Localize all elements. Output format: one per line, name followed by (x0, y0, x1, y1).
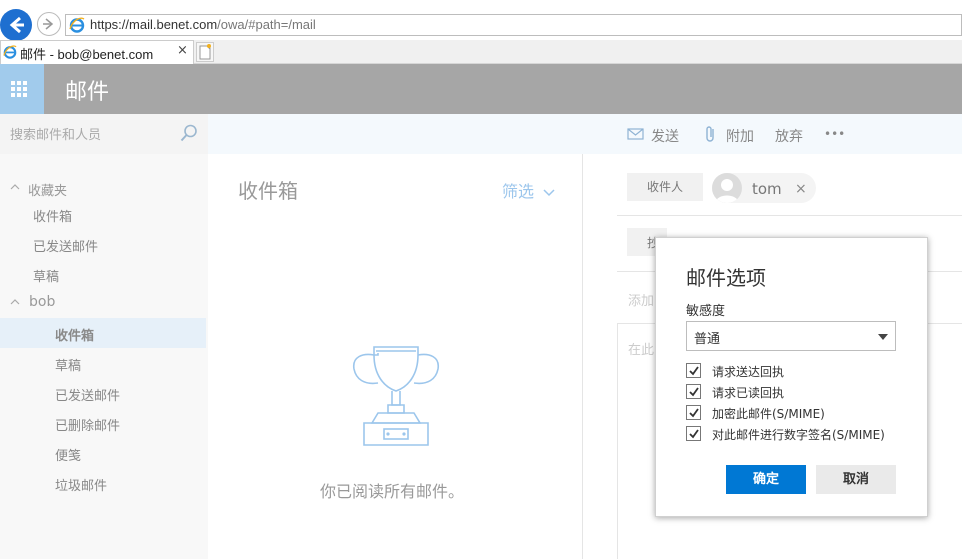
attach-button[interactable]: 附加 (726, 126, 754, 146)
trophy-icon (352, 346, 440, 446)
favorite-folder-drafts[interactable]: 草稿 (33, 266, 59, 285)
empty-state-message: 你已阅读所有邮件。 (320, 482, 465, 501)
message-body-input[interactable]: 在此 (628, 339, 656, 358)
favorite-folder-inbox[interactable]: 收件箱 (33, 206, 72, 225)
account-header[interactable]: bob (29, 294, 55, 310)
new-tab-icon (199, 44, 211, 60)
more-options-icon[interactable]: ••• (824, 127, 845, 141)
folder-sent[interactable]: 已发送邮件 (55, 385, 120, 404)
favorite-folder-sent[interactable]: 已发送邮件 (33, 236, 98, 255)
divider (617, 215, 962, 216)
checkmark-icon (689, 387, 699, 397)
address-bar[interactable]: https://mail.benet.com/owa/#path=/mail (65, 14, 962, 36)
forward-button[interactable] (37, 12, 61, 36)
divider (617, 323, 618, 559)
send-button[interactable]: 发送 (651, 126, 679, 146)
search-icon[interactable] (180, 124, 198, 142)
dialog-title: 邮件选项 (686, 266, 766, 290)
checkmark-icon (689, 408, 699, 418)
person-icon (715, 179, 739, 203)
encrypt-checkbox[interactable] (686, 405, 701, 420)
digital-sign-label: 对此邮件进行数字签名(S/MIME) (712, 428, 885, 442)
remove-recipient-icon[interactable]: × (795, 181, 807, 197)
avatar (712, 173, 742, 203)
send-icon (627, 128, 644, 140)
folder-inbox[interactable]: 收件箱 (55, 325, 94, 344)
folder-pane (0, 154, 208, 559)
read-receipt-checkbox[interactable] (686, 384, 701, 399)
folder-junk[interactable]: 垃圾邮件 (55, 475, 107, 494)
delivery-receipt-label: 请求送达回执 (712, 365, 785, 379)
discard-button[interactable]: 放弃 (775, 126, 803, 146)
app-header (0, 64, 962, 114)
selected-folder-highlight (0, 318, 206, 348)
app-launcher-button[interactable] (0, 64, 44, 114)
chevron-up-icon[interactable] (10, 183, 20, 191)
paperclip-icon (706, 126, 714, 142)
ie-logo-icon (3, 45, 17, 59)
delivery-receipt-checkbox[interactable] (686, 363, 701, 378)
sensitivity-label: 敏感度 (686, 304, 726, 319)
digital-sign-checkbox[interactable] (686, 426, 701, 441)
to-button[interactable]: 收件人 (627, 173, 703, 201)
pane-divider (582, 154, 583, 559)
ok-button[interactable]: 确定 (726, 465, 806, 494)
command-bar (208, 114, 962, 154)
favorites-header[interactable]: 收藏夹 (28, 180, 67, 199)
tab-title: 邮件 - bob@benet.com (20, 47, 154, 62)
checkmark-icon (689, 429, 699, 439)
folder-drafts[interactable]: 草稿 (55, 355, 81, 374)
address-url: https://mail.benet.com/owa/#path=/mail (90, 17, 316, 32)
sensitivity-value: 普通 (694, 332, 721, 347)
folder-deleted[interactable]: 已删除邮件 (55, 415, 120, 434)
filter-button[interactable]: 筛选 (502, 178, 555, 202)
back-arrow-icon (9, 16, 24, 34)
tab-close-icon[interactable]: × (177, 43, 188, 58)
waffle-icon (11, 81, 27, 97)
recipient-name: tom (752, 180, 782, 198)
ie-logo-icon (69, 17, 85, 33)
back-button[interactable] (0, 9, 32, 41)
read-receipt-label: 请求已读回执 (712, 386, 785, 400)
browser-tab[interactable]: 邮件 - bob@benet.com × (0, 40, 194, 64)
forward-arrow-icon (43, 18, 54, 30)
folder-notes[interactable]: 便笺 (55, 445, 81, 464)
encrypt-label: 加密此邮件(S/MIME) (712, 407, 825, 421)
subject-input[interactable]: 添加 (628, 290, 656, 309)
sensitivity-select[interactable]: 普通 (686, 321, 896, 351)
message-list-title: 收件箱 (238, 179, 298, 203)
chevron-up-icon[interactable] (10, 298, 20, 306)
app-title: 邮件 (65, 80, 110, 105)
search-input[interactable]: 搜索邮件和人员 (10, 124, 101, 143)
checkmark-icon (689, 366, 699, 376)
filter-label: 筛选 (502, 182, 535, 201)
chevron-down-icon (543, 189, 555, 197)
cancel-button[interactable]: 取消 (816, 465, 896, 494)
new-tab-button[interactable] (196, 42, 214, 62)
dropdown-arrow-icon (878, 334, 888, 340)
